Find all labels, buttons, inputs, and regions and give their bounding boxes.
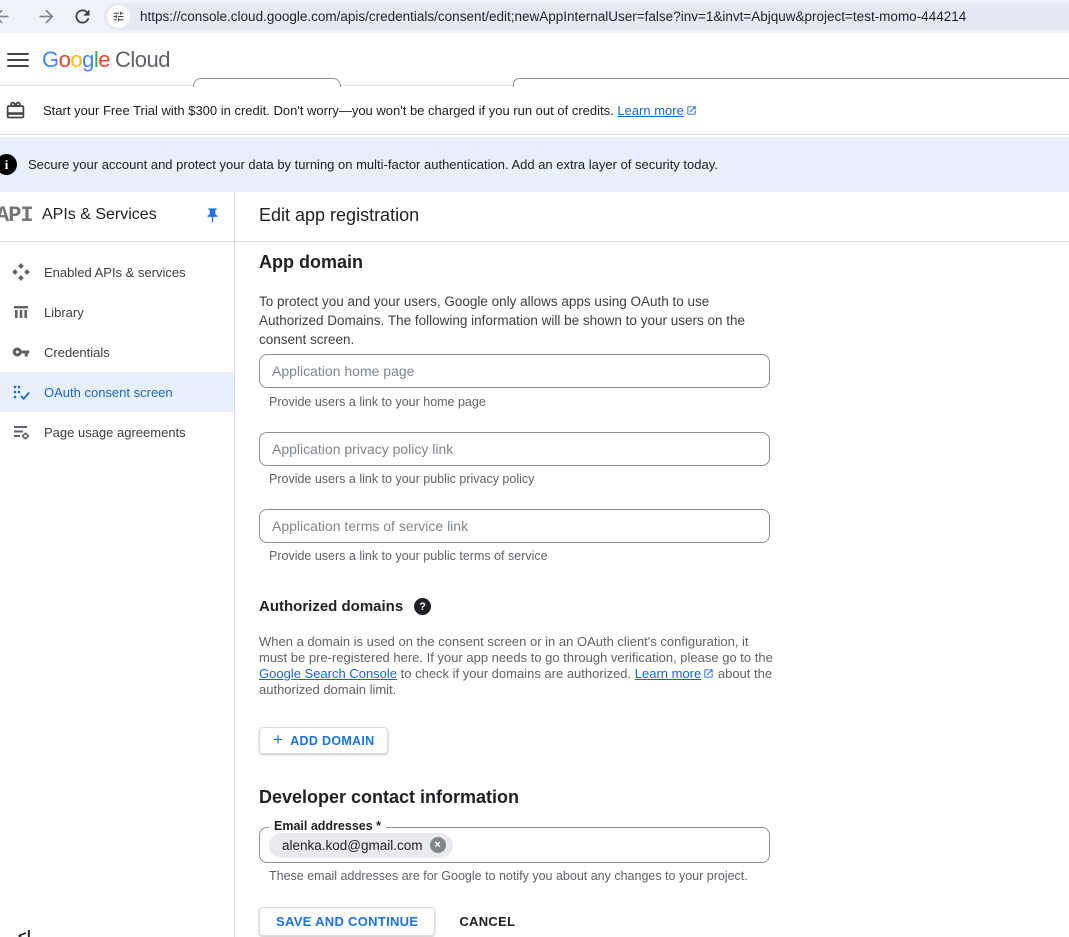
sidebar-item-credentials[interactable]: Credentials (0, 332, 234, 372)
home-page-field (259, 354, 770, 388)
authorized-domains-heading-row: Authorized domains ? (259, 598, 431, 615)
remove-email-icon[interactable]: × (430, 837, 446, 853)
home-page-input[interactable] (260, 355, 769, 387)
authorized-domains-description: When a domain is used on the consent scr… (259, 634, 774, 698)
cloud-console-header: GoogleCloud test-momo (0, 33, 1069, 86)
sidebar-item-enabled-apis[interactable]: Enabled APIs & services (0, 252, 234, 292)
form-actions: SAVE AND CONTINUE CANCEL (259, 907, 515, 936)
terms-of-service-field (259, 509, 770, 543)
api-logo: API (0, 203, 33, 228)
save-and-continue-button[interactable]: SAVE AND CONTINUE (259, 907, 435, 936)
cloud-wordmark: Cloud (115, 47, 170, 72)
gift-icon (5, 100, 26, 121)
add-domain-button[interactable]: + ADD DOMAIN (259, 727, 388, 754)
email-chip: alenka.kod@gmail.com × (269, 833, 453, 858)
app-domain-description: To protect you and your users, Google on… (259, 292, 771, 349)
cancel-button[interactable]: CANCEL (459, 907, 515, 936)
security-message: Secure your account and protect your dat… (28, 157, 718, 172)
terms-of-service-input[interactable] (260, 510, 769, 542)
pin-icon[interactable] (204, 207, 221, 224)
privacy-policy-helper: Provide users a link to your public priv… (269, 472, 534, 486)
section-header: API APIs & Services Edit app registratio… (0, 192, 1069, 242)
site-settings-icon[interactable] (107, 5, 130, 28)
url-text[interactable]: https://console.cloud.google.com/apis/cr… (140, 9, 966, 24)
privacy-policy-input[interactable] (260, 433, 769, 465)
app-domain-heading: App domain (259, 252, 363, 273)
google-search-console-link[interactable]: Google Search Console (259, 666, 397, 681)
learn-more-link[interactable]: Learn more (617, 103, 683, 118)
key-icon (12, 343, 30, 361)
trial-message: Start your Free Trial with $300 in credi… (43, 103, 697, 118)
info-icon: i (0, 154, 17, 175)
authorized-domains-heading: Authorized domains (259, 598, 403, 615)
external-link-icon (703, 668, 714, 679)
sidebar-item-oauth-consent[interactable]: OAuth consent screen (0, 372, 234, 412)
library-icon (12, 303, 30, 321)
clipped-footer-text: <| (18, 928, 31, 937)
sidebar-item-library[interactable]: Library (0, 292, 234, 332)
security-notification-banner: i Secure your account and protect your d… (0, 137, 1069, 192)
agreements-icon (12, 423, 30, 441)
help-icon[interactable]: ? (414, 598, 431, 615)
learn-more-domains-link[interactable]: Learn more (635, 666, 701, 681)
email-helper: These email addresses are for Google to … (269, 869, 748, 883)
forward-icon[interactable] (36, 6, 57, 27)
developer-contact-heading: Developer contact information (259, 787, 519, 808)
address-bar[interactable]: https://console.cloud.google.com/apis/cr… (104, 3, 1069, 30)
back-icon[interactable] (0, 6, 12, 27)
reload-icon[interactable] (72, 6, 93, 27)
free-trial-banner: Start your Free Trial with $300 in credi… (0, 87, 1069, 135)
privacy-policy-field (259, 432, 770, 466)
home-page-helper: Provide users a link to your home page (269, 395, 486, 409)
terms-of-service-helper: Provide users a link to your public term… (269, 549, 548, 563)
enabled-apis-icon (12, 263, 30, 281)
sidebar-nav: Enabled APIs & services Library Credenti… (0, 242, 234, 937)
sidebar-title: APIs & Services (42, 206, 157, 224)
email-addresses-label: Email addresses * (269, 819, 386, 833)
menu-icon[interactable] (7, 49, 29, 69)
external-link-icon (686, 105, 697, 116)
main-content: App domain To protect you and your users… (235, 242, 1069, 937)
email-addresses-field[interactable]: Email addresses * alenka.kod@gmail.com × (259, 827, 770, 863)
consent-screen-icon (12, 383, 30, 401)
page-title: Edit app registration (259, 205, 419, 226)
browser-toolbar: https://console.cloud.google.com/apis/cr… (0, 0, 1069, 33)
google-cloud-logo[interactable]: GoogleCloud (42, 47, 170, 73)
sidebar-item-page-usage[interactable]: Page usage agreements (0, 412, 234, 452)
plus-icon: + (273, 730, 283, 750)
